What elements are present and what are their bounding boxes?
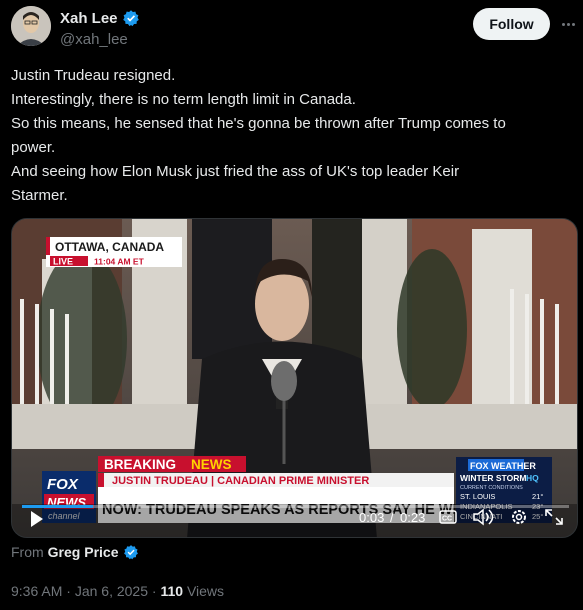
source-name-link[interactable]: Greg Price (48, 544, 119, 560)
live-time: 11:04 AM ET (94, 257, 145, 267)
video-player[interactable]: OTTAWA, CANADA LIVE 11:04 AM ET BREAKING… (11, 218, 578, 538)
video-frame[interactable]: OTTAWA, CANADA LIVE 11:04 AM ET BREAKING… (12, 219, 578, 538)
weather-title: WINTER STORM (460, 473, 526, 483)
tweet-line: Interestingly, there is no term length l… (11, 91, 356, 108)
views-label: Views (186, 583, 225, 599)
tweet-line: So this means, he sensed that he's gonna… (11, 115, 506, 132)
tweet-line: And seeing how Elon Musk just fried the … (11, 163, 460, 180)
verified-badge-icon (123, 545, 138, 560)
weather-hq: HQ (526, 473, 539, 483)
tweet-meta: 9:36 AM · Jan 6, 2025 · 110 Views (11, 583, 224, 599)
author-handle[interactable]: @xah_lee (60, 31, 128, 48)
views-count: 110 (160, 583, 184, 599)
current-time: 0:03 (359, 510, 384, 525)
avatar[interactable] (11, 6, 51, 46)
weather-city: ST. LOUIS (460, 492, 495, 501)
tweet-text: Justin Trudeau resigned. Interestingly, … (11, 64, 576, 208)
verified-badge-icon (122, 10, 139, 27)
fox-logo-line1: FOX (47, 476, 79, 493)
tweet-date[interactable]: Jan 6, 2025 (75, 583, 148, 599)
duration: 0:23 (400, 510, 425, 525)
author-name[interactable]: Xah Lee (60, 9, 140, 27)
tweet-line: Justin Trudeau resigned. (11, 67, 176, 84)
author-display-name[interactable]: Xah Lee (60, 10, 118, 27)
follow-button[interactable]: Follow (473, 8, 550, 40)
tweet-time[interactable]: 9:36 AM (11, 583, 62, 599)
live-label: LIVE (53, 257, 73, 267)
progress-fill (22, 505, 94, 508)
weather-sub: CURRENT CONDITIONS (460, 485, 523, 491)
location-label: OTTAWA, CANADA (55, 240, 164, 254)
source-attribution: From Greg Price (11, 544, 139, 560)
tweet-line: power. (11, 139, 56, 156)
weather-brand: FOX WEATHER (470, 461, 536, 471)
from-prefix: From (11, 544, 44, 560)
progress-track[interactable] (22, 505, 569, 508)
speaker-label: JUSTIN TRUDEAU | CANADIAN PRIME MINISTER (112, 475, 369, 487)
meta-dot: · (66, 583, 71, 599)
breaking-label: BREAKING (104, 457, 176, 472)
tweet-line: Starmer. (11, 187, 68, 204)
captions-label: CC (442, 516, 452, 523)
meta-dot: · (151, 583, 157, 599)
news-label: NEWS (191, 457, 232, 472)
time-separator: / (390, 510, 394, 525)
more-options-icon[interactable] (558, 16, 578, 32)
weather-temp: 21° (532, 492, 543, 501)
